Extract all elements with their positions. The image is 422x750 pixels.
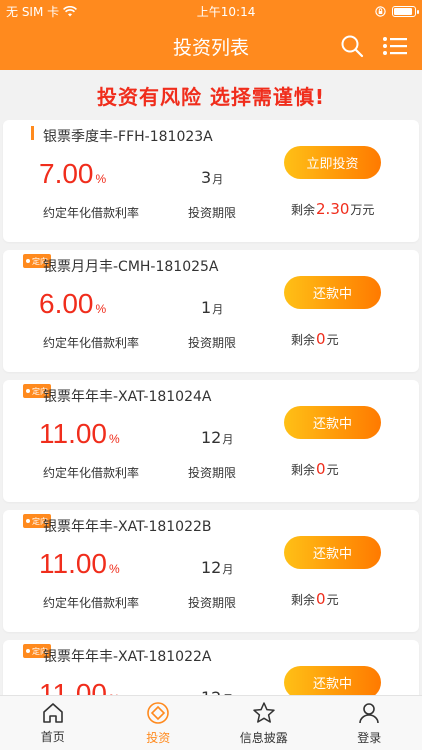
invest-status-button[interactable]: 还款中 xyxy=(284,276,381,309)
rate-unit: % xyxy=(109,562,120,576)
rate-label: 约定年化借款利率 xyxy=(43,206,140,220)
risk-notice: 投资有风险 选择需谨慎! xyxy=(96,84,326,109)
product-name: 银票年年丰-XAT-181024A xyxy=(43,389,212,405)
period-label: 投资期限 xyxy=(188,466,237,480)
product-name: 银票季度丰-FFH-181023A xyxy=(43,129,213,145)
rate-unit: % xyxy=(95,302,107,316)
remain-prefix: 剩余 xyxy=(291,333,316,347)
rate-value: 11.00 xyxy=(39,418,107,449)
remaining-amount: 剩余2.30万元 xyxy=(291,200,374,218)
menu-list-icon[interactable] xyxy=(382,35,408,57)
home-icon xyxy=(42,702,63,723)
period-unit: 月 xyxy=(222,433,234,446)
user-icon xyxy=(359,702,380,723)
remain-unit: 元 xyxy=(326,463,339,477)
tab-bar: 首页 投资 信息披露 登录 xyxy=(0,695,422,750)
remaining-amount: 剩余0元 xyxy=(291,590,339,608)
tab-login-label: 登录 xyxy=(357,730,382,745)
invest-status-button[interactable]: 还款中 xyxy=(284,406,381,439)
period-value: 12 xyxy=(201,428,222,447)
rate-label: 约定年化借款利率 xyxy=(43,466,140,480)
invest-status-button[interactable]: 立即投资 xyxy=(284,146,381,179)
wifi-icon xyxy=(63,5,78,16)
annual-rate: 6.00% xyxy=(39,288,106,320)
badge-dot-icon xyxy=(26,389,30,393)
product-name: 银票年年丰-XAT-181022A xyxy=(43,649,212,665)
remain-value: 0 xyxy=(316,590,326,608)
remain-unit: 万元 xyxy=(350,203,375,217)
annual-rate: 11.00% xyxy=(39,548,120,580)
tab-home-label: 首页 xyxy=(40,729,65,744)
remain-prefix: 剩余 xyxy=(291,203,316,217)
invest-period: 3月 xyxy=(201,168,223,187)
remain-value: 0 xyxy=(316,330,326,348)
badge-dot-icon xyxy=(26,519,30,523)
status-bar: 无 SIM 卡 上午10:14 xyxy=(0,0,422,22)
rate-value: 7.00 xyxy=(39,158,94,189)
invest-icon xyxy=(147,701,170,724)
page-title: 投资列表 xyxy=(172,36,249,59)
tab-disclosure-label: 信息披露 xyxy=(239,730,288,745)
tab-disclosure[interactable]: 信息披露 xyxy=(211,696,317,750)
invest-period: 12月 xyxy=(201,558,233,577)
period-unit: 月 xyxy=(222,563,234,576)
invest-status-button[interactable]: 还款中 xyxy=(284,536,381,569)
remain-value: 2.30 xyxy=(316,200,350,218)
period-label: 投资期限 xyxy=(188,596,237,610)
remaining-amount: 剩余0元 xyxy=(291,460,339,478)
invest-period: 12月 xyxy=(201,428,233,447)
tab-invest-label: 投资 xyxy=(146,730,171,745)
period-label: 投资期限 xyxy=(188,206,237,220)
nav-actions xyxy=(340,22,408,70)
remain-unit: 元 xyxy=(326,333,339,347)
badge-dot-icon xyxy=(26,649,30,653)
remain-prefix: 剩余 xyxy=(291,463,316,477)
product-card[interactable]: 定向 银票月月丰-CMH-181025A 6.00% 约定年化借款利率 1月 投… xyxy=(3,250,419,372)
tab-home[interactable]: 首页 xyxy=(0,696,106,750)
product-name: 银票月月丰-CMH-181025A xyxy=(43,259,219,275)
rate-unit: % xyxy=(95,172,107,186)
status-time: 上午10:14 xyxy=(196,4,256,19)
carrier-label: 无 SIM 卡 xyxy=(6,4,60,19)
period-unit: 月 xyxy=(212,173,224,186)
rate-label: 约定年化借款利率 xyxy=(43,596,140,610)
period-value: 12 xyxy=(201,558,222,577)
annual-rate: 7.00% xyxy=(39,158,106,190)
tab-invest[interactable]: 投资 xyxy=(106,696,212,750)
annual-rate: 11.00% xyxy=(39,418,120,450)
rate-label: 约定年化借款利率 xyxy=(43,336,140,350)
period-value: 1 xyxy=(201,298,212,317)
product-list: 银票季度丰-FFH-181023A 7.00% 约定年化借款利率 3月 投资期限… xyxy=(0,120,422,750)
period-unit: 月 xyxy=(212,303,224,316)
remain-prefix: 剩余 xyxy=(291,593,316,607)
remain-value: 0 xyxy=(316,460,326,478)
product-card[interactable]: 银票季度丰-FFH-181023A 7.00% 约定年化借款利率 3月 投资期限… xyxy=(3,120,419,242)
star-icon xyxy=(253,701,275,723)
tab-login[interactable]: 登录 xyxy=(317,696,422,750)
battery-icon xyxy=(391,5,419,17)
invest-period: 1月 xyxy=(201,298,223,317)
rotation-lock-icon xyxy=(375,5,386,17)
product-card[interactable]: 定向 银票年年丰-XAT-181024A 11.00% 约定年化借款利率 12月… xyxy=(3,380,419,502)
badge-dot-icon xyxy=(26,259,30,263)
nav-bar: 投资列表 xyxy=(0,22,422,70)
period-label: 投资期限 xyxy=(188,336,237,350)
status-left: 无 SIM 卡 xyxy=(6,3,78,20)
remain-unit: 元 xyxy=(326,593,339,607)
period-value: 3 xyxy=(201,168,212,187)
product-name: 银票年年丰-XAT-181022B xyxy=(43,519,212,535)
search-icon[interactable] xyxy=(340,34,364,58)
rate-value: 6.00 xyxy=(39,288,94,319)
rate-value: 11.00 xyxy=(39,548,107,579)
product-card[interactable]: 定向 银票年年丰-XAT-181022B 11.00% 约定年化借款利率 12月… xyxy=(3,510,419,632)
remaining-amount: 剩余0元 xyxy=(291,330,339,348)
status-right xyxy=(375,5,419,17)
rate-unit: % xyxy=(109,432,120,446)
title-marker xyxy=(31,126,34,140)
